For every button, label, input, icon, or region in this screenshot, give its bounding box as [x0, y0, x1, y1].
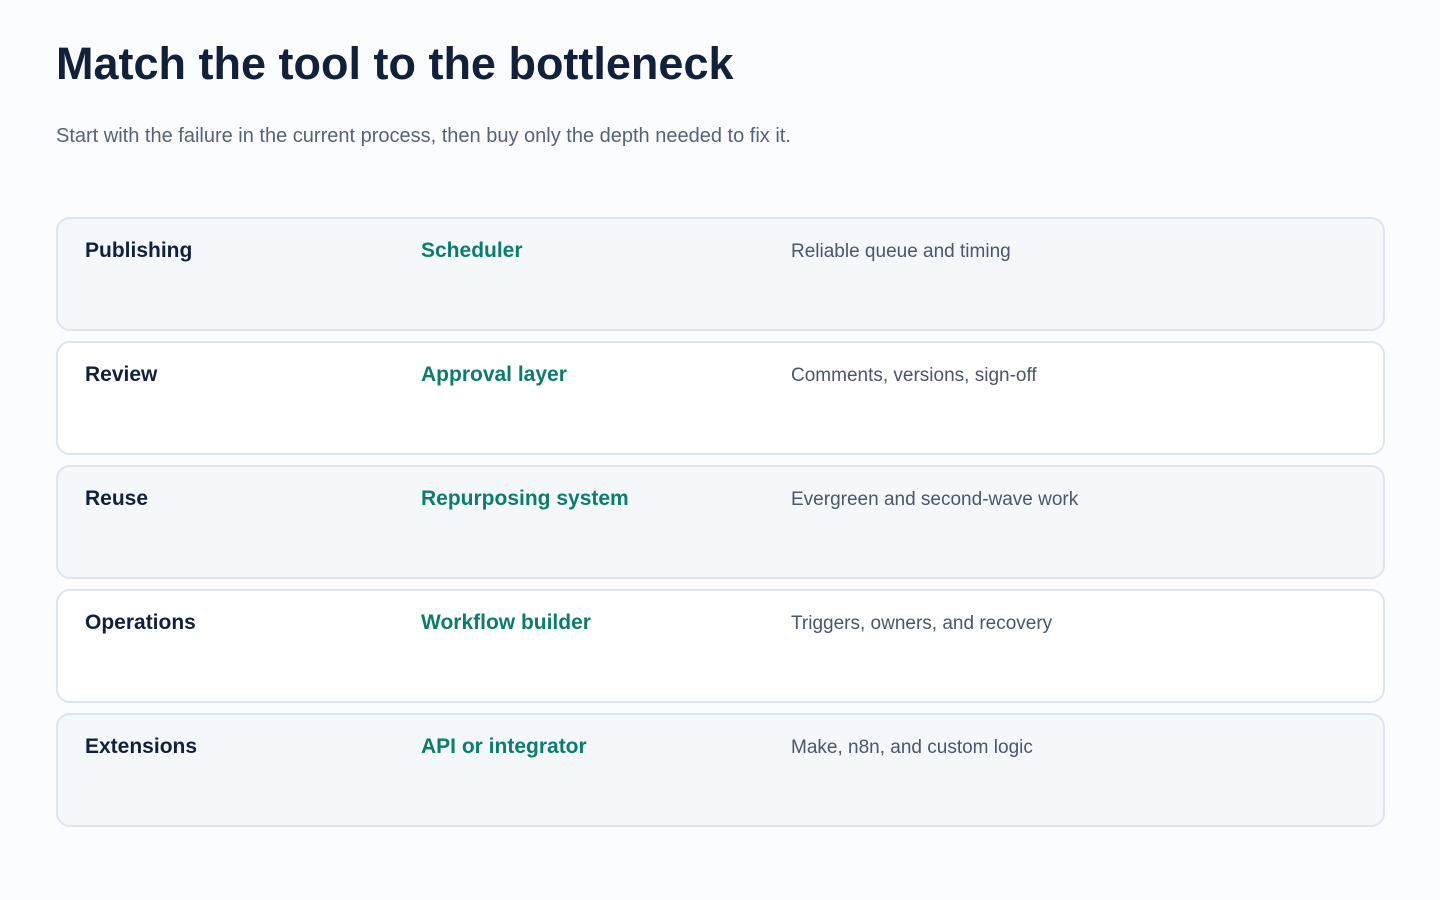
list-item-operations: Operations Workflow builder Triggers, ow…	[56, 589, 1385, 703]
row-tool-label: Scheduler	[421, 239, 523, 262]
row-note-text: Triggers, owners, and recovery	[791, 613, 1053, 634]
page-subtitle: Start with the failure in the current pr…	[56, 125, 791, 147]
list-item-publishing: Publishing Scheduler Reliable queue and …	[56, 217, 1385, 331]
list-item-extensions: Extensions API or integrator Make, n8n, …	[56, 713, 1385, 827]
row-area-label: Publishing	[85, 239, 193, 262]
row-tool-label: API or integrator	[421, 735, 587, 758]
row-note-text: Evergreen and second-wave work	[791, 489, 1079, 510]
list-item-review: Review Approval layer Comments, versions…	[56, 341, 1385, 455]
row-area-label: Review	[85, 363, 158, 386]
list-item-reuse: Reuse Repurposing system Evergreen and s…	[56, 465, 1385, 579]
row-note-text: Make, n8n, and custom logic	[791, 737, 1033, 758]
tool-list: Publishing Scheduler Reliable queue and …	[56, 217, 1385, 837]
row-area-label: Reuse	[85, 487, 149, 510]
row-area-label: Extensions	[85, 735, 198, 758]
row-note-text: Reliable queue and timing	[791, 241, 1011, 262]
page-title: Match the tool to the bottleneck	[56, 38, 734, 89]
row-area-label: Operations	[85, 611, 196, 634]
row-tool-label: Repurposing system	[421, 487, 629, 510]
row-tool-label: Approval layer	[421, 363, 567, 386]
row-tool-label: Workflow builder	[421, 611, 591, 634]
row-note-text: Comments, versions, sign-off	[791, 365, 1037, 386]
